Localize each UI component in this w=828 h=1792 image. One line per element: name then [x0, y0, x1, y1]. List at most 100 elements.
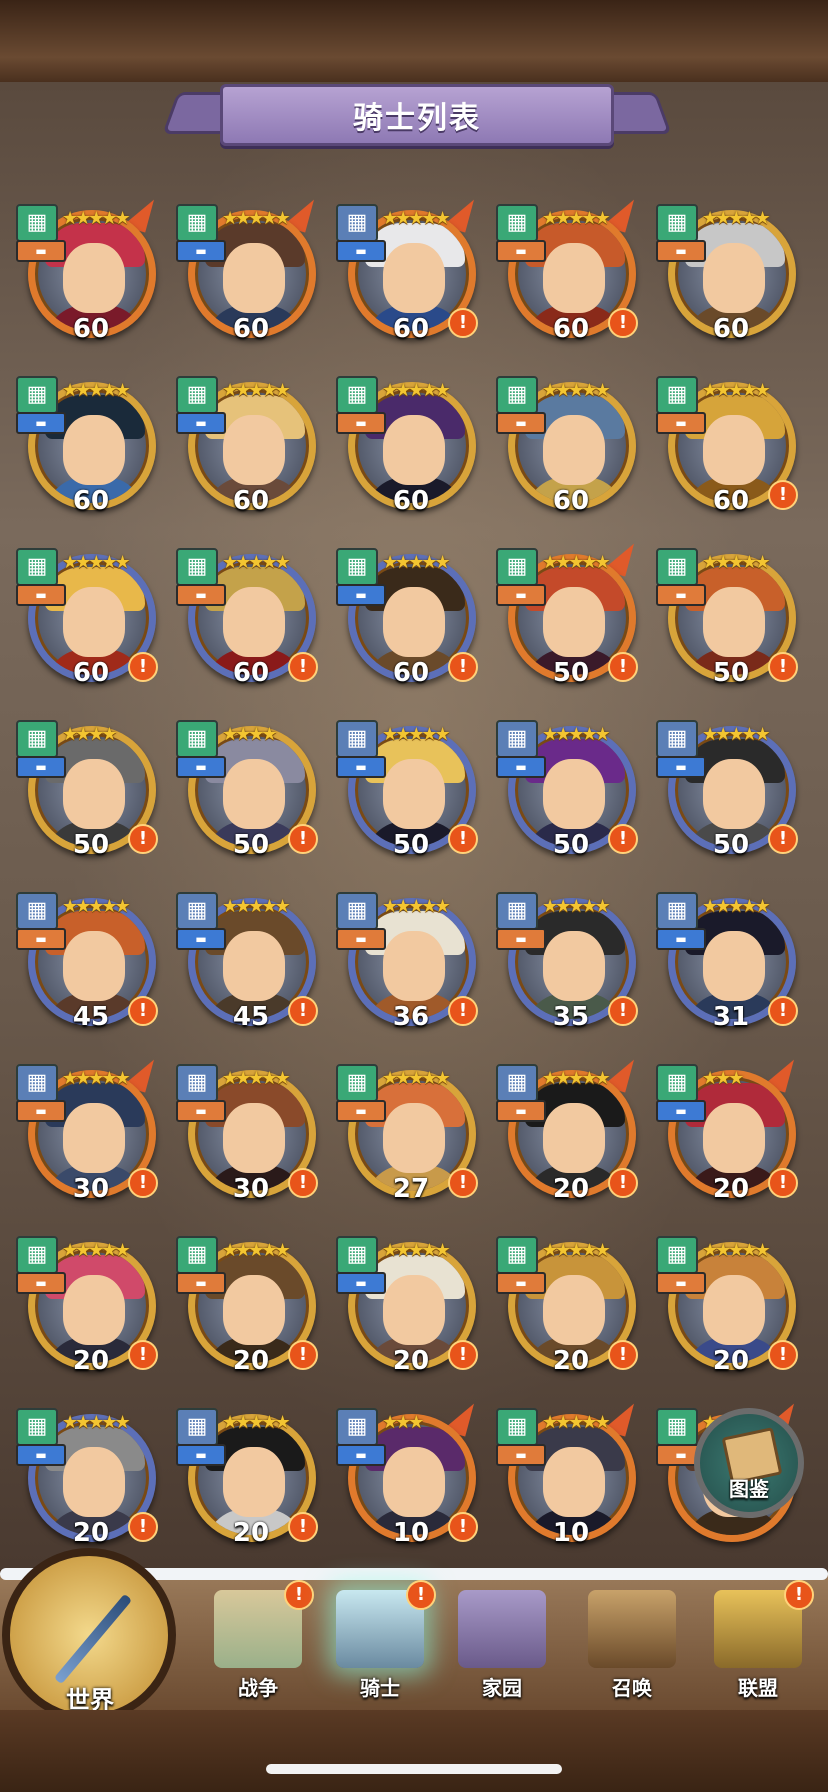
knight-card[interactable]: ▦ ▬ ★★★★ 50!	[176, 712, 326, 862]
knight-card[interactable]: ▦ ▬ ★★★★★ 50!	[496, 712, 646, 862]
portrait-face	[383, 759, 445, 829]
class-grid-icon: ▦	[496, 720, 538, 758]
knight-card[interactable]: ▦ ▬ ★★★★★ 20!	[496, 1228, 646, 1378]
alert-badge: !	[288, 1168, 318, 1198]
alert-badge: !	[608, 1168, 638, 1198]
class-grid-icon: ▦	[496, 204, 538, 242]
knight-card[interactable]: ▦ ▬ ★★★★★ 20!	[336, 1228, 486, 1378]
nav-alliance[interactable]: ! 联盟	[700, 1580, 816, 1706]
class-grid-icon: ▦	[176, 376, 218, 414]
war-alert-badge: !	[284, 1580, 314, 1610]
knight-card[interactable]: ▦ ▬ ★★★★★ 60!	[16, 540, 166, 690]
knight-card[interactable]: ▦ ▬ ★★★★★ 35!	[496, 884, 646, 1034]
knight-card[interactable]: ▦ ▬ ★★★★★ 31!	[656, 884, 806, 1034]
knight-card[interactable]: ▦ ▬ ★★★★★ 30!	[16, 1053, 166, 1206]
knight-level: 60	[72, 314, 110, 344]
alert-badge: !	[608, 1340, 638, 1370]
knight-card[interactable]: ▦ ▬ ★★★ 20!	[656, 1053, 806, 1206]
codex-button[interactable]: 图鉴	[694, 1408, 804, 1518]
portrait-face	[383, 415, 445, 485]
star-rating: ★★★★★	[542, 724, 611, 745]
class-grid-icon: ▦	[16, 1408, 58, 1446]
star-rating: ★★★★★	[62, 1068, 131, 1089]
class-grid-icon: ▦	[16, 1064, 58, 1102]
knight-card[interactable]: ▦ ▬ ★★★★★ 60	[656, 196, 806, 346]
knight-level: 60	[72, 486, 110, 516]
nav-home[interactable]: 家园	[444, 1580, 560, 1706]
knight-card[interactable]: ▦ ▬ ★★★★★ 45!	[16, 884, 166, 1034]
knight-card[interactable]: ▦ ▬ ★★★★★ 45!	[176, 884, 326, 1034]
portrait-face	[543, 415, 605, 485]
knight-card[interactable]: ▦ ▬ ★★★★★ 30!	[176, 1056, 326, 1206]
knight-card[interactable]: ▦ ▬ ★★★★★ 36!	[336, 884, 486, 1034]
knight-card[interactable]: ▦ ▬ ★★★★★ 50!	[496, 537, 646, 690]
knight-card[interactable]: ▦ ▬ ★★★★★ 20!	[656, 1228, 806, 1378]
nav-world[interactable]: 世界	[2, 1548, 176, 1722]
knight-card[interactable]: ▦ ▬ ★★★★★ 50!	[336, 712, 486, 862]
alert-badge: !	[288, 652, 318, 682]
class-grid-icon: ▦	[336, 1064, 378, 1102]
role-tag-icon: ▬	[176, 1444, 226, 1466]
nav-summon[interactable]: 召唤	[574, 1580, 690, 1706]
portrait-face	[223, 931, 285, 1001]
star-rating: ★★★★★	[542, 552, 611, 573]
knight-card[interactable]: ▦ ▬ ★★★★★ 20!	[16, 1228, 166, 1378]
portrait-face	[223, 1447, 285, 1517]
portrait-face	[703, 243, 765, 313]
portrait-face	[543, 1103, 605, 1173]
role-tag-icon: ▬	[16, 584, 66, 606]
class-grid-icon: ▦	[16, 720, 58, 758]
star-rating: ★★★★★	[542, 896, 611, 917]
knight-card[interactable]: ▦ ▬ ★★★★★ 50!	[656, 712, 806, 862]
bottom-strip	[0, 1710, 828, 1792]
star-rating: ★★★★★	[62, 896, 131, 917]
nav-war[interactable]: ! 战争	[200, 1580, 316, 1706]
portrait-face	[63, 243, 125, 313]
class-grid-icon: ▦	[336, 548, 378, 586]
knight-card[interactable]: ▦ ▬ ★★★★★ 60	[496, 368, 646, 518]
knight-card[interactable]: ▦ ▬ ★★★★★ 10	[496, 1397, 646, 1550]
portrait-face	[383, 931, 445, 1001]
knight-card[interactable]: ▦ ▬ ★★★★★ 50!	[656, 540, 806, 690]
knight-card[interactable]: ▦ ▬ ★★★★★ 60!	[336, 540, 486, 690]
knight-card[interactable]: ▦ ▬ ★★★ 10!	[336, 1397, 486, 1550]
class-grid-icon: ▦	[176, 204, 218, 242]
home-indicator[interactable]	[266, 1764, 562, 1774]
portrait-face	[703, 587, 765, 657]
knight-card[interactable]: ▦ ▬ ★★★★ 50!	[16, 712, 166, 862]
star-rating: ★★★★★	[382, 1240, 451, 1261]
nav-knight[interactable]: ! 骑士	[322, 1580, 438, 1706]
knight-card[interactable]: ▦ ▬ ★★★★★ 20!	[176, 1228, 326, 1378]
knight-card[interactable]: ▦ ▬ ★★★★★ 60	[176, 368, 326, 518]
knight-card[interactable]: ▦ ▬ ★★★★★ 20!	[16, 1400, 166, 1550]
knight-card[interactable]: ▦ ▬ ★★★★★ 27!	[336, 1056, 486, 1206]
role-tag-icon: ▬	[656, 1272, 706, 1294]
portrait-face	[703, 1275, 765, 1345]
alert-badge: !	[768, 652, 798, 682]
star-rating: ★★★★★	[542, 380, 611, 401]
knight-card[interactable]: ▦ ▬ ★★★★★ 60	[16, 193, 166, 346]
nav-home-label: 家园	[482, 1676, 522, 1700]
class-grid-icon: ▦	[496, 376, 538, 414]
star-rating: ★★★★★	[382, 1068, 451, 1089]
role-tag-icon: ▬	[656, 584, 706, 606]
knight-card[interactable]: ▦ ▬ ★★★★★ 60!	[336, 193, 486, 346]
knight-level: 60	[392, 486, 430, 516]
star-rating: ★★★★★	[542, 208, 611, 229]
class-grid-icon: ▦	[496, 548, 538, 586]
knight-card[interactable]: ▦ ▬ ★★★★★ 60!	[656, 368, 806, 518]
class-grid-icon: ▦	[496, 1408, 538, 1446]
knight-card[interactable]: ▦ ▬ ★★★★★ 20!	[496, 1053, 646, 1206]
knight-card[interactable]: ▦ ▬ ★★★★★ 60!	[496, 193, 646, 346]
portrait-face	[63, 759, 125, 829]
portrait-face	[543, 931, 605, 1001]
knight-card[interactable]: ▦ ▬ ★★★★★ 60!	[176, 540, 326, 690]
portrait-face	[63, 415, 125, 485]
portrait-face	[63, 1447, 125, 1517]
knight-card[interactable]: ▦ ▬ ★★★★★ 60	[176, 193, 326, 346]
knight-card[interactable]: ▦ ▬ ★★★★★ 60	[16, 368, 166, 518]
knight-card[interactable]: ▦ ▬ ★★★★★ 60	[336, 368, 486, 518]
class-grid-icon: ▦	[656, 892, 698, 930]
knight-card[interactable]: ▦ ▬ ★★★★★ 20!	[176, 1400, 326, 1550]
portrait-face	[223, 759, 285, 829]
